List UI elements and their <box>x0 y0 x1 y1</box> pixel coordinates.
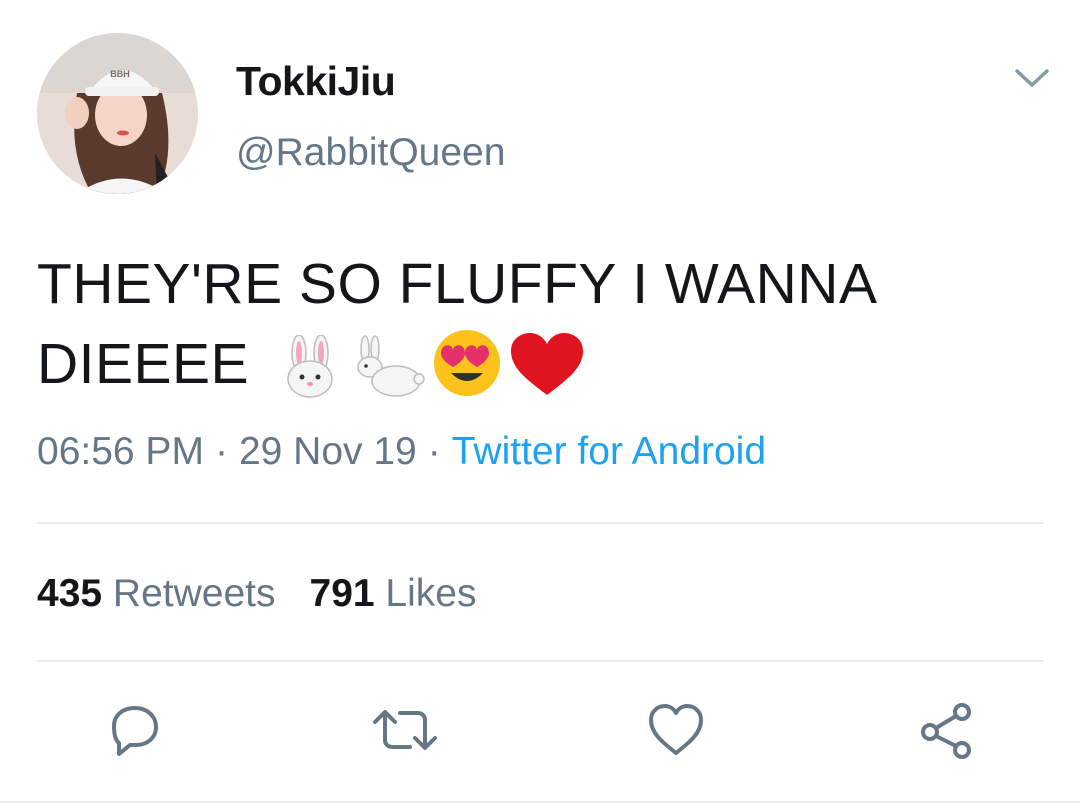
red-heart-icon <box>509 331 585 420</box>
divider <box>37 660 1044 662</box>
tweet-text-line1: THEY'RE SO FLUFFY I WANNA <box>37 252 878 316</box>
tweet-stats: 435 Retweets 791 Likes <box>37 572 476 616</box>
rabbit-icon <box>351 335 425 420</box>
retweets-stat[interactable]: 435 Retweets <box>37 572 276 615</box>
rabbit-face-icon <box>275 334 345 420</box>
meta-separator: · <box>214 430 228 473</box>
user-handle[interactable]: @RabbitQueen <box>236 131 505 175</box>
divider <box>37 522 1044 524</box>
retweets-label: Retweets <box>112 572 276 615</box>
meta-separator-2: · <box>427 430 441 473</box>
avatar[interactable]: BBH <box>37 33 198 194</box>
retweet-icon[interactable] <box>372 700 437 760</box>
tweet-time: 06:56 PM <box>37 430 204 473</box>
retweets-count: 435 <box>37 572 103 615</box>
tweet-detail: BBH TokkiJiu @RabbitQueen THEY'RE SO FLU… <box>0 0 1080 809</box>
likes-stat[interactable]: 791 Likes <box>310 572 477 615</box>
like-icon[interactable] <box>646 700 706 760</box>
share-icon[interactable] <box>916 700 976 760</box>
tweet-date: 29 Nov 19 <box>238 430 417 473</box>
heart-eyes-icon <box>431 327 503 420</box>
tweet-meta: 06:56 PM · 29 Nov 19 · Twitter for Android <box>37 430 766 474</box>
tweet-source-link[interactable]: Twitter for Android <box>452 430 766 473</box>
tweet-text-line2-text: DIEEEE <box>37 332 250 396</box>
likes-label: Likes <box>385 572 477 615</box>
reply-icon[interactable] <box>104 700 164 760</box>
chevron-down-icon[interactable] <box>1014 66 1050 90</box>
display-name[interactable]: TokkiJiu <box>236 58 396 105</box>
cap-logo: BBH <box>110 69 130 79</box>
bottom-divider <box>0 801 1080 803</box>
tweet-text-line2: DIEEEE <box>37 324 1047 420</box>
tweet-text: THEY'RE SO FLUFFY I WANNA DIEEEE <box>37 244 1047 420</box>
likes-count: 791 <box>309 572 375 615</box>
